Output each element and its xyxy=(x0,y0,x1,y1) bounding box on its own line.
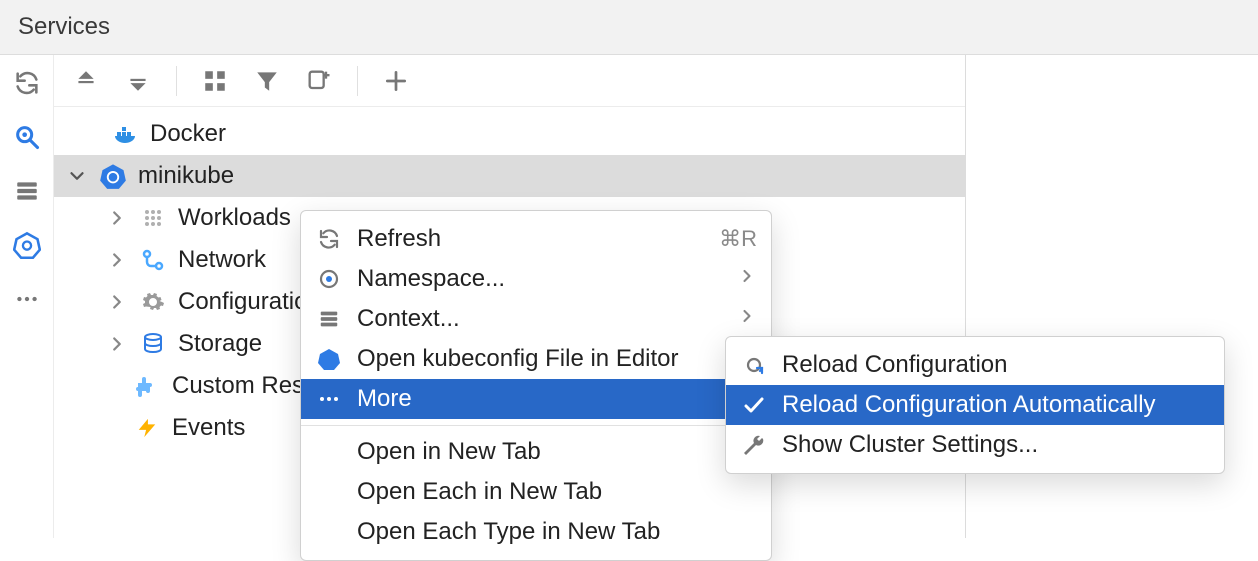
context-menu: Refresh ⌘R Namespace... Conte xyxy=(300,210,772,561)
menu-item-label: Refresh xyxy=(357,225,441,253)
menu-item-label: Open in New Tab xyxy=(357,438,541,466)
workloads-icon xyxy=(138,203,168,233)
menu-item-refresh[interactable]: Refresh ⌘R xyxy=(301,219,771,259)
gear-icon xyxy=(138,287,168,317)
filter-icon[interactable] xyxy=(249,63,285,99)
chevron-right-icon xyxy=(737,305,757,333)
docker-icon xyxy=(110,119,140,149)
chevron-right-icon[interactable] xyxy=(106,249,128,271)
more-dots-icon xyxy=(315,385,343,413)
menu-item-more[interactable]: More xyxy=(301,379,771,419)
menu-item-context[interactable]: Context... xyxy=(301,299,771,339)
group-by-icon[interactable] xyxy=(197,63,233,99)
menu-item-label: Open Each in New Tab xyxy=(357,478,602,506)
tree-node-label: Network xyxy=(178,246,266,274)
add-service-icon[interactable] xyxy=(378,63,414,99)
menu-item-label: Context... xyxy=(357,305,460,333)
menu-item-label: Reload Configuration xyxy=(782,351,1007,379)
events-icon xyxy=(132,413,162,443)
chevron-right-icon[interactable] xyxy=(106,333,128,355)
tree-node-label: Storage xyxy=(178,330,262,358)
toolbar-separator xyxy=(357,66,358,96)
kubernetes-rail-icon[interactable] xyxy=(9,227,45,263)
chevron-down-icon[interactable] xyxy=(66,165,88,187)
tree-node-docker[interactable]: Docker xyxy=(54,113,965,155)
menu-separator xyxy=(301,425,771,426)
menu-item-open-each-type-new-tab[interactable]: Open Each Type in New Tab xyxy=(301,512,771,552)
menu-item-reload-config-auto[interactable]: Reload Configuration Automatically xyxy=(726,385,1224,425)
left-rail xyxy=(0,55,54,538)
chevron-right-icon[interactable] xyxy=(106,291,128,313)
refresh-icon xyxy=(315,225,343,253)
network-icon xyxy=(138,245,168,275)
check-icon xyxy=(740,391,768,419)
menu-item-label: Open Each Type in New Tab xyxy=(357,518,660,546)
collapse-all-icon[interactable] xyxy=(120,63,156,99)
menu-item-open-new-tab[interactable]: Open in New Tab xyxy=(301,432,771,472)
menu-item-open-kubeconfig[interactable]: Open kubeconfig File in Editor xyxy=(301,339,771,379)
context-submenu: Reload Configuration Reload Configuratio… xyxy=(725,336,1225,474)
target-icon xyxy=(315,265,343,293)
menu-shortcut: ⌘R xyxy=(719,226,757,252)
wrench-icon xyxy=(740,431,768,459)
menu-item-open-each-new-tab[interactable]: Open Each in New Tab xyxy=(301,472,771,512)
tree-node-label: minikube xyxy=(138,162,234,190)
more-dots-icon[interactable] xyxy=(9,281,45,317)
expand-all-icon[interactable] xyxy=(68,63,104,99)
refresh-icon[interactable] xyxy=(9,65,45,101)
kubernetes-icon xyxy=(315,345,343,373)
menu-item-label: More xyxy=(357,385,412,413)
menu-item-label: Open kubeconfig File in Editor xyxy=(357,345,679,373)
chevron-right-icon[interactable] xyxy=(106,207,128,229)
chevron-right-icon xyxy=(737,265,757,293)
search-icon[interactable] xyxy=(9,119,45,155)
tree-node-label: Events xyxy=(172,414,245,442)
kubernetes-icon xyxy=(98,161,128,191)
storage-icon xyxy=(138,329,168,359)
reload-gear-icon xyxy=(740,351,768,379)
menu-item-namespace[interactable]: Namespace... xyxy=(301,259,771,299)
puzzle-icon xyxy=(132,371,162,401)
menu-item-cluster-settings[interactable]: Show Cluster Settings... xyxy=(726,425,1224,465)
context-icon xyxy=(315,305,343,333)
panel-title: Services xyxy=(0,0,1258,55)
services-toolbar xyxy=(54,55,965,107)
tree-node-minikube[interactable]: minikube xyxy=(54,155,965,197)
tree-node-label: Docker xyxy=(150,120,226,148)
server-icon[interactable] xyxy=(9,173,45,209)
menu-item-label: Show Cluster Settings... xyxy=(782,431,1038,459)
menu-item-label: Reload Configuration Automatically xyxy=(782,391,1156,419)
tree-node-label: Workloads xyxy=(178,204,291,232)
menu-item-reload-config[interactable]: Reload Configuration xyxy=(726,345,1224,385)
menu-item-label: Namespace... xyxy=(357,265,505,293)
run-config-icon[interactable] xyxy=(301,63,337,99)
toolbar-separator xyxy=(176,66,177,96)
